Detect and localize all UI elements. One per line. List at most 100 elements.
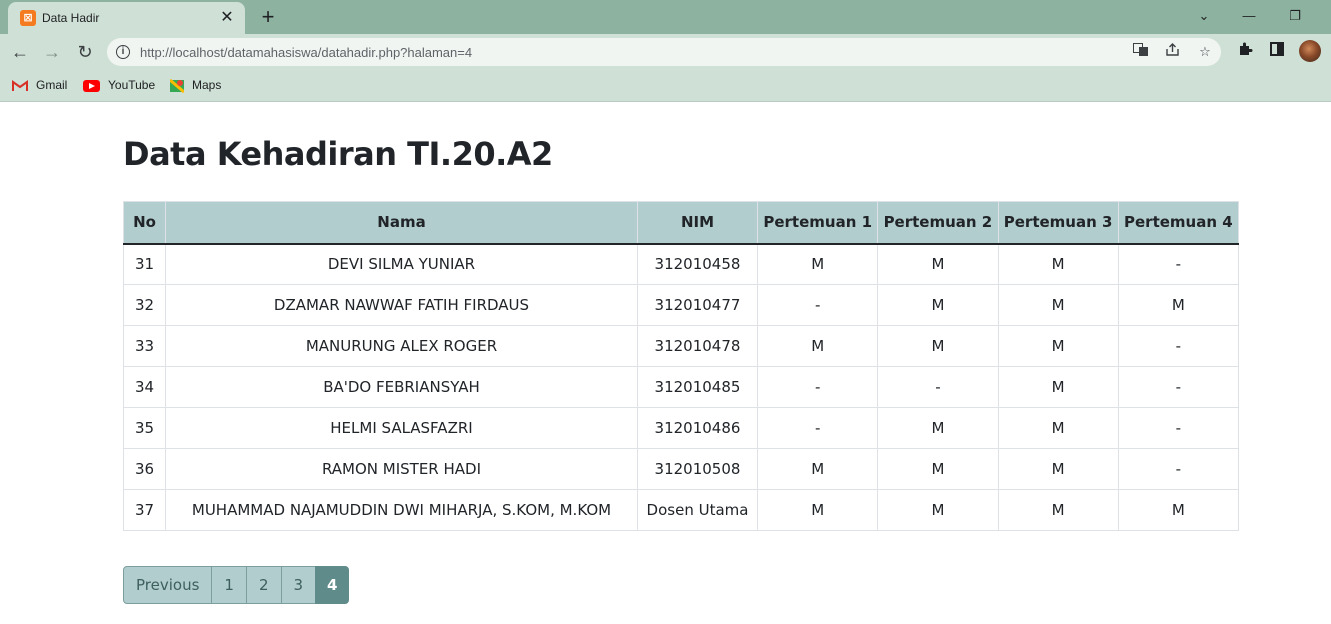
minimize-button[interactable]: — (1235, 4, 1263, 28)
cell-pertemuan-2: - (877, 366, 999, 408)
tab-search-chevron-icon[interactable]: ⌄ (1190, 4, 1218, 28)
bookmark-label: Gmail (36, 78, 68, 92)
page-link-3[interactable]: 3 (280, 566, 317, 604)
browser-toolbar: ← → ↻ i http://localhost/datamahasiswa/d… (0, 34, 1331, 70)
cell-nim: 312010485 (636, 366, 759, 408)
header-pertemuan-2: Pertemuan 2 (877, 201, 999, 245)
tab-title: Data Hadir (42, 11, 100, 25)
cell-pertemuan-1: M (757, 325, 879, 367)
cell-pertemuan-4: - (1117, 366, 1240, 408)
cell-no: 32 (122, 284, 167, 326)
cell-nim: 312010458 (636, 243, 759, 285)
cell-nama: DEVI SILMA YUNIAR (165, 243, 638, 285)
cell-pertemuan-2: M (877, 489, 999, 531)
table-row: 37 MUHAMMAD NAJAMUDDIN DWI MIHARJA, S.KO… (122, 489, 1240, 531)
cell-pertemuan-1: M (757, 489, 879, 531)
cell-pertemuan-1: M (757, 448, 879, 490)
cell-pertemuan-3: M (997, 489, 1119, 531)
youtube-icon (83, 79, 100, 92)
cell-pertemuan-2: M (877, 448, 999, 490)
bookmark-label: Maps (192, 78, 222, 92)
cell-pertemuan-4: - (1117, 407, 1240, 449)
bookmark-gmail[interactable]: Gmail (12, 77, 67, 95)
restore-button[interactable]: ❐ (1281, 4, 1309, 28)
new-tab-button[interactable]: + (254, 4, 282, 30)
cell-pertemuan-2: M (877, 243, 999, 285)
side-panel-icon[interactable] (1266, 41, 1288, 63)
page-link-2[interactable]: 2 (245, 566, 282, 604)
back-button[interactable]: ← (7, 39, 33, 65)
table-row: 33 MANURUNG ALEX ROGER 312010478 M M M - (122, 325, 1240, 367)
cell-nim: 312010508 (636, 448, 759, 490)
profile-avatar[interactable] (1299, 40, 1321, 62)
cell-nama: HELMI SALASFAZRI (165, 407, 638, 449)
cell-no: 37 (122, 489, 167, 531)
cell-nama: BA'DO FEBRIANSYAH (165, 366, 638, 408)
header-pertemuan-4: Pertemuan 4 (1117, 201, 1240, 245)
cell-pertemuan-3: M (997, 284, 1119, 326)
previous-page-button[interactable]: Previous (123, 566, 213, 604)
bookmark-label: YouTube (108, 78, 156, 92)
extensions-icon[interactable] (1234, 41, 1256, 63)
header-nama: Nama (165, 201, 638, 245)
page-link-4-active[interactable]: 4 (315, 566, 350, 604)
table-row: 35 HELMI SALASFAZRI 312010486 - M M - (122, 407, 1240, 449)
tab-strip: ⊠ Data Hadir ✕ + ⌄ — ❐ (0, 0, 1331, 34)
tab-close-icon[interactable]: ✕ (217, 8, 237, 28)
cell-nama: DZAMAR NAWWAF FATIH FIRDAUS (165, 284, 638, 326)
address-bar[interactable]: i http://localhost/datamahasiswa/datahad… (107, 38, 1221, 66)
xampp-favicon-icon: ⊠ (20, 10, 36, 26)
cell-pertemuan-1: M (757, 243, 879, 285)
cell-nim: Dosen Utama (636, 489, 759, 531)
cell-pertemuan-2: M (877, 407, 999, 449)
cell-pertemuan-3: M (997, 243, 1119, 285)
browser-tab[interactable]: ⊠ Data Hadir ✕ (8, 2, 245, 34)
forward-button[interactable]: → (39, 39, 65, 65)
table-row: 34 BA'DO FEBRIANSYAH 312010485 - - M - (122, 366, 1240, 408)
cell-pertemuan-1: - (757, 366, 879, 408)
header-pertemuan-1: Pertemuan 1 (757, 201, 879, 245)
table-row: 31 DEVI SILMA YUNIAR 312010458 M M M - (122, 243, 1240, 285)
cell-pertemuan-3: M (997, 407, 1119, 449)
cell-nama: RAMON MISTER HADI (165, 448, 638, 490)
bookmarks-bar: Gmail YouTube Maps (0, 70, 1331, 102)
url-text[interactable]: http://localhost/datamahasiswa/datahadir… (140, 45, 472, 60)
header-pertemuan-3: Pertemuan 3 (997, 201, 1119, 245)
site-info-icon[interactable]: i (116, 45, 130, 59)
page-title: Data Kehadiran TI.20.A2 (123, 135, 553, 173)
cell-pertemuan-4: - (1117, 448, 1240, 490)
cell-pertemuan-1: - (757, 284, 879, 326)
reload-button[interactable]: ↻ (72, 39, 98, 65)
maps-icon (169, 78, 185, 94)
cell-pertemuan-1: - (757, 407, 879, 449)
cell-pertemuan-4: M (1117, 489, 1240, 531)
cell-nim: 312010486 (636, 407, 759, 449)
cell-no: 31 (122, 243, 167, 285)
cell-pertemuan-2: M (877, 284, 999, 326)
cell-nama: MUHAMMAD NAJAMUDDIN DWI MIHARJA, S.KOM, … (165, 489, 638, 531)
cell-pertemuan-4: - (1117, 243, 1240, 285)
cell-nama: MANURUNG ALEX ROGER (165, 325, 638, 367)
cell-pertemuan-3: M (997, 448, 1119, 490)
cell-pertemuan-3: M (997, 325, 1119, 367)
cell-no: 36 (122, 448, 167, 490)
bookmark-maps[interactable]: Maps (169, 77, 222, 95)
pagination: Previous 1 2 3 4 (123, 566, 350, 604)
cell-no: 34 (122, 366, 167, 408)
table-header-row: No Nama NIM Pertemuan 1 Pertemuan 2 Pert… (122, 201, 1240, 245)
cell-pertemuan-3: M (997, 366, 1119, 408)
bookmark-youtube[interactable]: YouTube (83, 77, 155, 95)
bookmark-star-icon[interactable]: ☆ (1195, 43, 1215, 61)
translate-icon[interactable] (1131, 43, 1151, 61)
page-link-1[interactable]: 1 (211, 566, 247, 604)
cell-pertemuan-4: M (1117, 284, 1240, 326)
share-icon[interactable] (1163, 43, 1183, 61)
cell-no: 33 (122, 325, 167, 367)
cell-pertemuan-2: M (877, 325, 999, 367)
table-row: 36 RAMON MISTER HADI 312010508 M M M - (122, 448, 1240, 490)
table-row: 32 DZAMAR NAWWAF FATIH FIRDAUS 312010477… (122, 284, 1240, 326)
cell-pertemuan-4: - (1117, 325, 1240, 367)
gmail-icon (12, 79, 28, 92)
header-no: No (122, 201, 167, 245)
cell-no: 35 (122, 407, 167, 449)
